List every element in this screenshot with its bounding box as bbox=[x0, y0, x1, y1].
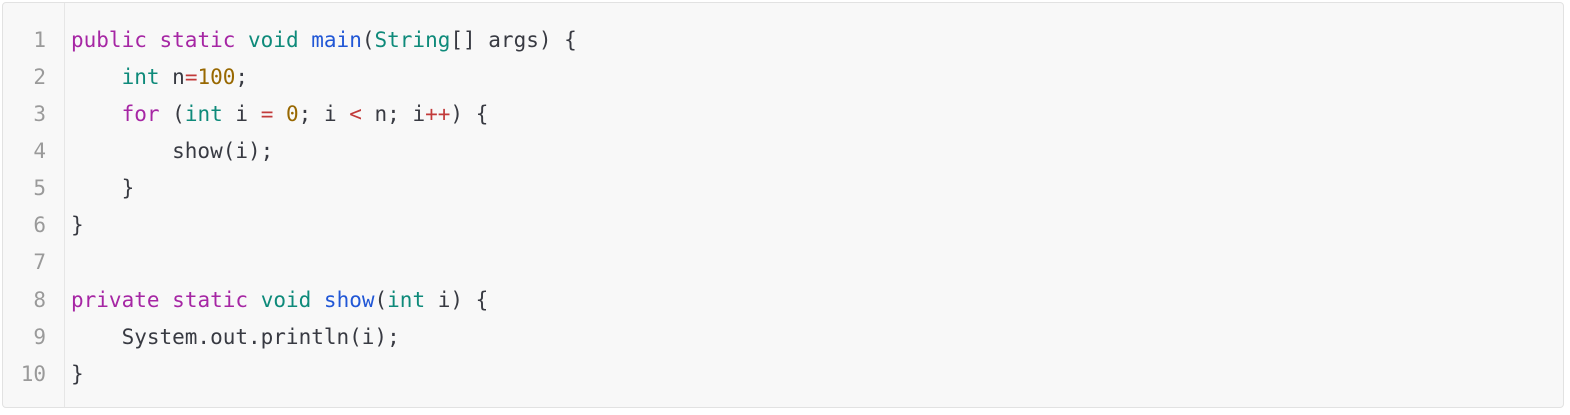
line-number: 8 bbox=[33, 288, 46, 312]
code-line: } bbox=[71, 170, 135, 207]
code-token: ( bbox=[159, 102, 185, 126]
code-token: void bbox=[260, 288, 312, 312]
code-token: int bbox=[184, 102, 223, 126]
line-number: 5 bbox=[33, 176, 46, 200]
code-token: ( bbox=[361, 28, 375, 52]
code-token: ; bbox=[235, 65, 249, 89]
code-token: 100 bbox=[197, 65, 236, 89]
code-token: System.out.println(i); bbox=[71, 325, 400, 349]
code-token: main bbox=[311, 28, 362, 52]
line-number: 3 bbox=[33, 102, 46, 126]
code-token: n bbox=[159, 65, 185, 89]
code-token: ( bbox=[374, 288, 388, 312]
code-token: i bbox=[222, 102, 261, 126]
code-token: int bbox=[387, 288, 426, 312]
code-line: for (int i = 0; i < n; i++) { bbox=[71, 96, 489, 133]
code-token: = bbox=[260, 102, 274, 126]
code-token: ) { bbox=[450, 102, 489, 126]
code-token: static bbox=[172, 288, 249, 312]
code-block: 1 2 3 4 5 6 7 8 9 10 public static void … bbox=[2, 2, 1564, 408]
code-token: for bbox=[121, 102, 160, 126]
line-number: 6 bbox=[33, 213, 46, 237]
code-token: static bbox=[159, 28, 236, 52]
code-token: } bbox=[71, 213, 84, 237]
code-token: show bbox=[323, 288, 375, 312]
code-token: 0 bbox=[286, 102, 299, 126]
code-token: private bbox=[71, 288, 160, 312]
line-number: 4 bbox=[33, 139, 46, 163]
code-line: int n=100; bbox=[71, 59, 248, 96]
code-token: } bbox=[71, 362, 84, 386]
code-token: ; i bbox=[298, 102, 350, 126]
code-line: public static void main(String[] args) { bbox=[71, 22, 577, 59]
line-number: 7 bbox=[33, 250, 46, 274]
line-number: 2 bbox=[33, 65, 46, 89]
line-number: 9 bbox=[33, 325, 46, 349]
line-number-gutter: 1 2 3 4 5 6 7 8 9 10 bbox=[3, 3, 65, 407]
code-line: } bbox=[71, 356, 84, 393]
code-token: < bbox=[349, 102, 362, 126]
code-line: private static void show(int i) { bbox=[71, 282, 488, 319]
code-token: void bbox=[248, 28, 299, 52]
code-token: public bbox=[71, 28, 147, 52]
code-token: n; i bbox=[361, 102, 426, 126]
code-token: i) { bbox=[425, 288, 489, 312]
code-token: ++ bbox=[425, 102, 451, 126]
code-line: } bbox=[71, 207, 84, 244]
code-token: String bbox=[374, 28, 451, 52]
code-token: } bbox=[71, 176, 135, 200]
line-number: 10 bbox=[20, 362, 46, 386]
line-number: 1 bbox=[33, 28, 46, 52]
code-token: [] args) { bbox=[450, 28, 577, 52]
code-line: show(i); bbox=[71, 133, 273, 170]
code-token: int bbox=[121, 65, 160, 89]
code-token: show(i); bbox=[71, 139, 274, 163]
code-token: = bbox=[184, 65, 198, 89]
code-line: System.out.println(i); bbox=[71, 319, 400, 356]
